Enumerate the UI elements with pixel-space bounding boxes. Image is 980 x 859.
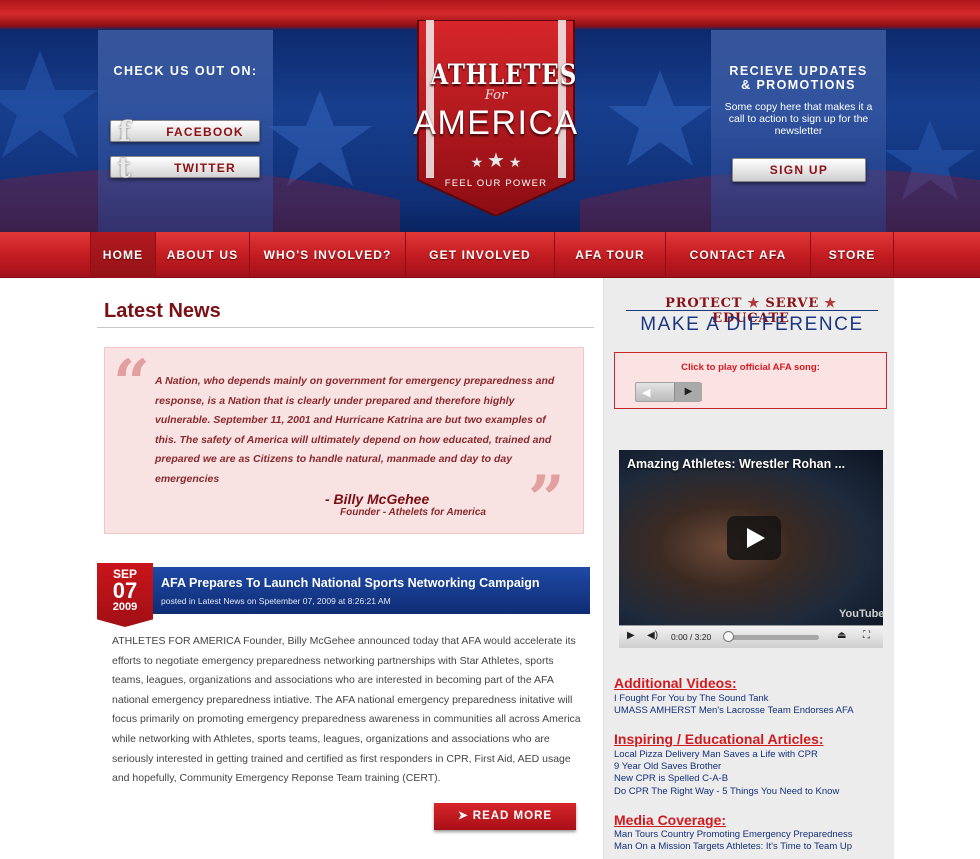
nav-whos-involved[interactable]: WHO'S INVOLVED? bbox=[249, 232, 405, 278]
song-player-box: Click to play official AFA song: ◀ ▶ bbox=[614, 352, 887, 409]
social-panel: CHECK US OUT ON: f FACEBOOK t TWITTER bbox=[98, 30, 273, 232]
newsletter-panel: RECIEVE UPDATES & PROMOTIONS Some copy h… bbox=[711, 30, 886, 232]
logo-tagline: FEEL OUR POWER bbox=[444, 178, 548, 189]
logo-america: AMERICA bbox=[413, 104, 579, 142]
article-meta: posted in Latest News on Spetember 07, 2… bbox=[161, 596, 391, 606]
article-link[interactable]: Do CPR The Right Way - 5 Things You Need… bbox=[614, 786, 889, 798]
article-title[interactable]: AFA Prepares To Launch National Sports N… bbox=[161, 576, 540, 590]
newsletter-title-line1: RECIEVE UPDATES bbox=[729, 64, 868, 78]
media-coverage-heading: Media Coverage: bbox=[614, 812, 727, 828]
quote-text: A Nation, who depends mainly on governme… bbox=[155, 375, 555, 485]
volume-icon[interactable]: ◀) bbox=[647, 630, 658, 641]
twitter-icon: t bbox=[117, 151, 133, 184]
newsletter-title: RECIEVE UPDATES & PROMOTIONS bbox=[711, 64, 886, 92]
date-day: 07 bbox=[112, 578, 138, 603]
media-coverage-list: Man Tours Country Promoting Emergency Pr… bbox=[614, 829, 889, 853]
twitter-label: TWITTER bbox=[174, 161, 236, 175]
audio-player[interactable]: ◀ ▶ bbox=[635, 382, 702, 402]
site-header: CHECK US OUT ON: f FACEBOOK t TWITTER AT… bbox=[0, 0, 980, 232]
nav-get-involved[interactable]: GET INVOLVED bbox=[405, 232, 554, 278]
articles-heading: Inspiring / Educational Articles: bbox=[614, 731, 824, 747]
logo-stars-icon: ★ ★ ★ bbox=[470, 150, 522, 172]
sidebar: PROTECT ★ SERVE ★ EDUCATE MAKE A DIFFERE… bbox=[603, 278, 894, 859]
star-icon: ★ bbox=[747, 296, 766, 311]
facebook-label: FACEBOOK bbox=[166, 125, 244, 139]
media-link[interactable]: Man Tours Country Promoting Emergency Pr… bbox=[614, 829, 889, 841]
additional-videos-list: I Fought For You by The Sound Tank UMASS… bbox=[614, 693, 889, 717]
motto-serve: SERVE bbox=[765, 296, 820, 311]
founder-quote: “ A Nation, who depends mainly on govern… bbox=[104, 347, 584, 534]
nav-contact-afa[interactable]: CONTACT AFA bbox=[665, 232, 810, 278]
motto-divider bbox=[626, 310, 878, 311]
expand-icon[interactable]: ⏏ bbox=[837, 630, 846, 641]
nav-about-us[interactable]: ABOUT US bbox=[155, 232, 249, 278]
video-controls: ▶ ◀) 0:00 / 3:20 ⏏ ⛶ bbox=[619, 625, 883, 648]
video-link[interactable]: UMASS AMHERST Men's Lacrosse Team Endors… bbox=[614, 705, 889, 717]
media-link[interactable]: Man On a Mission Targets Athletes: It's … bbox=[614, 841, 889, 853]
video-thumbnail[interactable]: Amazing Athletes: Wrestler Rohan ... You… bbox=[619, 450, 883, 625]
video-play-button[interactable] bbox=[727, 516, 781, 560]
play-arrow-icon: ➤ bbox=[457, 810, 469, 822]
song-label: Click to play official AFA song: bbox=[681, 362, 820, 373]
nav-afa-tour[interactable]: AFA TOUR bbox=[554, 232, 665, 278]
newsletter-copy: Some copy here that makes it a call to a… bbox=[724, 101, 873, 137]
logo[interactable]: ATHLETES For AMERICA ★ ★ ★ FEEL OUR POWE… bbox=[413, 20, 578, 216]
fullscreen-icon[interactable]: ⛶ bbox=[863, 630, 870, 641]
video-scrubber[interactable] bbox=[723, 631, 734, 642]
facebook-icon: f bbox=[118, 115, 132, 148]
play-icon[interactable]: ▶ bbox=[674, 383, 702, 401]
video-link[interactable]: I Fought For You by The Sound Tank bbox=[614, 693, 889, 705]
article-header: AFA Prepares To Launch National Sports N… bbox=[153, 567, 590, 614]
article-body: ATHLETES FOR AMERICA Founder, Billy McGe… bbox=[112, 635, 581, 785]
logo-for: For bbox=[484, 88, 508, 103]
date-year: 2009 bbox=[112, 601, 138, 613]
youtube-logo[interactable]: YouTube bbox=[839, 608, 883, 620]
social-panel-title: CHECK US OUT ON: bbox=[113, 64, 258, 78]
motto-bottom: MAKE A DIFFERENCE bbox=[640, 314, 864, 335]
read-more-button[interactable]: ➤ READ MORE bbox=[434, 803, 576, 830]
date-badge: SEP 07 2009 bbox=[97, 563, 153, 627]
additional-videos-heading: Additional Videos: bbox=[614, 675, 737, 691]
motto-protect: PROTECT bbox=[665, 296, 743, 311]
main-nav: HOME ABOUT US WHO'S INVOLVED? GET INVOLV… bbox=[0, 232, 980, 278]
read-more-label: READ MORE bbox=[472, 810, 553, 822]
newsletter-title-line2: & PROMOTIONS bbox=[741, 78, 856, 92]
article-link[interactable]: New CPR is Spelled C-A-B bbox=[614, 773, 889, 785]
volume-icon[interactable]: ◀ bbox=[642, 386, 650, 399]
open-quote-icon: “ bbox=[113, 346, 150, 421]
quote-author: - Billy McGehee bbox=[325, 491, 430, 507]
title-divider bbox=[97, 327, 594, 328]
close-quote-icon: ” bbox=[528, 462, 565, 537]
play-icon[interactable]: ▶ bbox=[627, 630, 635, 641]
video-progress-bar[interactable] bbox=[725, 635, 819, 640]
twitter-button[interactable]: t TWITTER bbox=[110, 153, 260, 183]
quote-author-role: Founder - Athelets for America bbox=[340, 507, 486, 518]
articles-list: Local Pizza Delivery Man Saves a Life wi… bbox=[614, 749, 889, 798]
logo-athletes: ATHLETES bbox=[430, 58, 578, 91]
page-title: Latest News bbox=[104, 300, 221, 322]
nav-home[interactable]: HOME bbox=[90, 232, 155, 278]
video-player[interactable]: Amazing Athletes: Wrestler Rohan ... You… bbox=[619, 450, 883, 648]
star-icon: ★ bbox=[824, 296, 837, 311]
article-link[interactable]: Local Pizza Delivery Man Saves a Life wi… bbox=[614, 749, 889, 761]
facebook-button[interactable]: f FACEBOOK bbox=[110, 117, 260, 147]
article-link[interactable]: 9 Year Old Saves Brother bbox=[614, 761, 889, 773]
video-time: 0:00 / 3:20 bbox=[671, 632, 712, 642]
video-title[interactable]: Amazing Athletes: Wrestler Rohan ... bbox=[627, 457, 845, 471]
sign-up-button[interactable]: SIGN UP bbox=[732, 158, 866, 182]
nav-store[interactable]: STORE bbox=[810, 232, 894, 278]
